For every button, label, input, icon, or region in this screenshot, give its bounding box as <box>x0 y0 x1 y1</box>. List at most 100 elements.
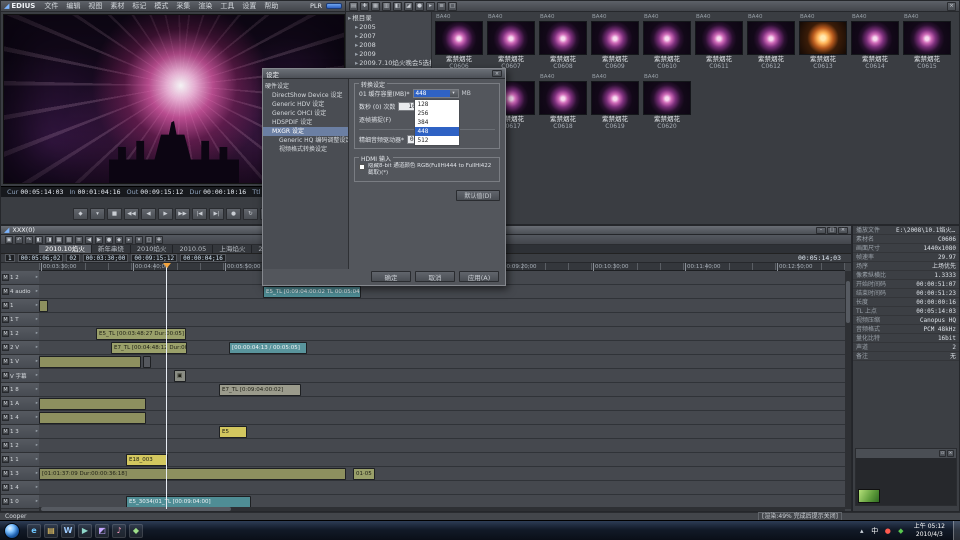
settings-tree-item[interactable]: MXGR 设定 <box>263 127 348 136</box>
timeline-horizontal-scrollbar[interactable] <box>39 507 845 511</box>
timeline-clip[interactable] <box>39 398 146 410</box>
timeline-clips-area[interactable]: E5_TL [0:09:04:00:02 TL 00:05:04]E5_TL [… <box>39 271 845 509</box>
show-desktop-button[interactable] <box>953 521 960 540</box>
track-header[interactable]: M 1 8 ▸ <box>1 383 39 397</box>
track-mute-icon[interactable]: M <box>2 400 9 407</box>
track-header[interactable]: M 1 2 ▸ <box>1 327 39 341</box>
紫禁烟花[interactable]: BA40 紫禁烟花 C0620 <box>642 74 692 130</box>
track-mute-icon[interactable]: M <box>2 414 9 421</box>
tree-twisty-icon[interactable]: ▸ <box>355 59 358 67</box>
timeline-clip[interactable] <box>39 412 146 424</box>
playhead[interactable] <box>166 263 167 509</box>
play-clip-icon[interactable]: ▸ <box>426 2 435 11</box>
track-mute-icon[interactable]: M <box>2 498 9 505</box>
track-header[interactable]: M 1 3 ▸ <box>1 467 39 481</box>
timeline-clip[interactable] <box>39 356 141 368</box>
menu-item[interactable]: 设置 <box>238 1 260 12</box>
sequence-tab[interactable]: 上海焰火 <box>213 245 252 253</box>
clip-preview-thumbnail[interactable] <box>858 489 880 503</box>
close-panel-icon[interactable]: × <box>947 450 954 457</box>
track-mute-icon[interactable]: M <box>2 470 9 477</box>
track-expand-icon[interactable]: ▸ <box>36 485 38 490</box>
player-mode-badge[interactable]: PLR <box>307 2 325 10</box>
track-mute-icon[interactable]: M <box>2 428 9 435</box>
track-expand-icon[interactable]: ▸ <box>36 317 38 322</box>
hdmi-checkbox-row[interactable]: 隐藏8-bit 通道颜色 RGB(FullHi444 to FullHi422 … <box>359 163 495 177</box>
clip-thumbnail[interactable] <box>591 81 639 115</box>
settings-tree-item[interactable]: 视频格式转换设定 <box>263 145 348 154</box>
timecode-field[interactable]: 00:00:04;16 <box>180 254 226 262</box>
timeline-clip[interactable]: E7_TL [00:04:48:12 Dur:00] <box>111 342 187 354</box>
capture-icon[interactable]: ● <box>415 2 424 11</box>
sort-icon[interactable]: ◧ <box>393 2 402 11</box>
scrollbar-thumb[interactable] <box>41 507 231 511</box>
undo-icon[interactable]: ↶ <box>15 236 23 244</box>
timeline-clip[interactable]: 01·05 <box>353 468 375 480</box>
maximize-icon[interactable]: □ <box>827 227 837 234</box>
bin-tree-item[interactable]: ▸2009 <box>346 50 431 59</box>
edit-mode-icon[interactable]: ≡ <box>75 236 83 244</box>
cancel-button[interactable]: 取消 <box>415 271 455 282</box>
mark-in-icon[interactable]: ◀ <box>85 236 93 244</box>
track-expand-icon[interactable]: ▸ <box>36 401 38 406</box>
clip-thumbnail[interactable] <box>539 81 587 115</box>
track-expand-icon[interactable]: ▸ <box>36 359 38 364</box>
timeline-vertical-scrollbar[interactable] <box>845 271 851 509</box>
dropdown-option[interactable]: 448 <box>415 127 459 136</box>
bin-tree-item[interactable]: ▸2005 <box>346 23 431 32</box>
track-header[interactable]: M 1 2 ▸ <box>1 439 39 453</box>
timeline-clip[interactable] <box>143 356 151 368</box>
track-header[interactable]: M 2 V ▸ <box>1 341 39 355</box>
timecode-field[interactable]: 00:05:06;02 <box>18 254 64 262</box>
clip-thumbnail[interactable] <box>643 81 691 115</box>
copy-icon[interactable]: ◨ <box>45 236 53 244</box>
track-mute-icon[interactable]: M <box>2 330 9 337</box>
track-header[interactable]: M 1 T ▸ <box>1 313 39 327</box>
settings-tree-item[interactable]: Generic HQ 编码调整设定 <box>263 136 348 145</box>
clip-thumbnail[interactable] <box>851 21 899 55</box>
settings-tree-item[interactable]: HDSPDIF 设定 <box>263 118 348 127</box>
settings-tree-item[interactable]: Generic HDV 设定 <box>263 100 348 109</box>
bin-tree-item[interactable]: ▸2008 <box>346 41 431 50</box>
default-button[interactable]: 默认值(D) <box>456 190 500 201</box>
menu-item[interactable]: 渲染 <box>194 1 216 12</box>
add-marker-icon[interactable]: ● <box>105 236 113 244</box>
clip-thumbnail[interactable] <box>695 21 743 55</box>
dropdown-option[interactable]: 128 <box>415 100 459 109</box>
menu-item[interactable]: 视图 <box>84 1 106 12</box>
prev-edit-button[interactable]: |◀ <box>192 208 207 220</box>
rewind-button[interactable]: ◀◀ <box>124 208 139 220</box>
scrollbar-thumb[interactable] <box>846 281 850 323</box>
zoom-icon[interactable]: ✚ <box>155 236 163 244</box>
dropdown-option[interactable]: 512 <box>415 136 459 145</box>
minimize-icon[interactable]: – <box>816 227 826 234</box>
tree-twisty-icon[interactable]: ▸ <box>348 14 351 22</box>
menu-item[interactable]: 工具 <box>216 1 238 12</box>
track-mute-icon[interactable]: M <box>2 316 9 323</box>
紫禁烟花[interactable]: BA40 紫禁烟花 C0606 <box>434 14 484 70</box>
checkbox[interactable] <box>359 164 365 170</box>
track-mute-icon[interactable]: M <box>2 456 9 463</box>
track-header[interactable]: M 1 4 ▸ <box>1 481 39 495</box>
tree-twisty-icon[interactable]: ▸ <box>355 23 358 31</box>
start-button[interactable] <box>4 523 20 539</box>
紫禁烟花[interactable]: BA40 紫禁烟花 C0613 <box>798 14 848 70</box>
track-expand-icon[interactable]: ▸ <box>36 443 38 448</box>
tree-twisty-icon[interactable]: ▸ <box>355 32 358 40</box>
track-header[interactable]: M 1 A ▸ <box>1 397 39 411</box>
ime-icon[interactable]: 中 <box>870 526 880 536</box>
timeline-clip[interactable]: [01:01:37:09 Dur:00:00:36:18] <box>39 468 346 480</box>
settings-tree-item[interactable]: DirectShow Device 设定 <box>263 91 348 100</box>
internet-explorer-icon[interactable]: e <box>27 524 41 538</box>
overwrite-icon[interactable]: ▾ <box>135 236 143 244</box>
timeline-clip[interactable]: E7_TL [0:09:04:00:02] <box>219 384 301 396</box>
chevron-down-icon[interactable]: ▾ <box>450 90 458 97</box>
play-button[interactable]: ▶ <box>158 208 173 220</box>
track-mute-icon[interactable]: M <box>2 302 9 309</box>
settings-tree-item[interactable]: Generic OHCI 设定 <box>263 109 348 118</box>
bin-tree-item[interactable]: ▸2007 <box>346 32 431 41</box>
track-expand-icon[interactable]: ▸ <box>36 303 38 308</box>
track-expand-icon[interactable]: ▸ <box>36 471 38 476</box>
bin-close-icon[interactable]: × <box>947 2 956 11</box>
loop-button[interactable]: ↻ <box>243 208 258 220</box>
